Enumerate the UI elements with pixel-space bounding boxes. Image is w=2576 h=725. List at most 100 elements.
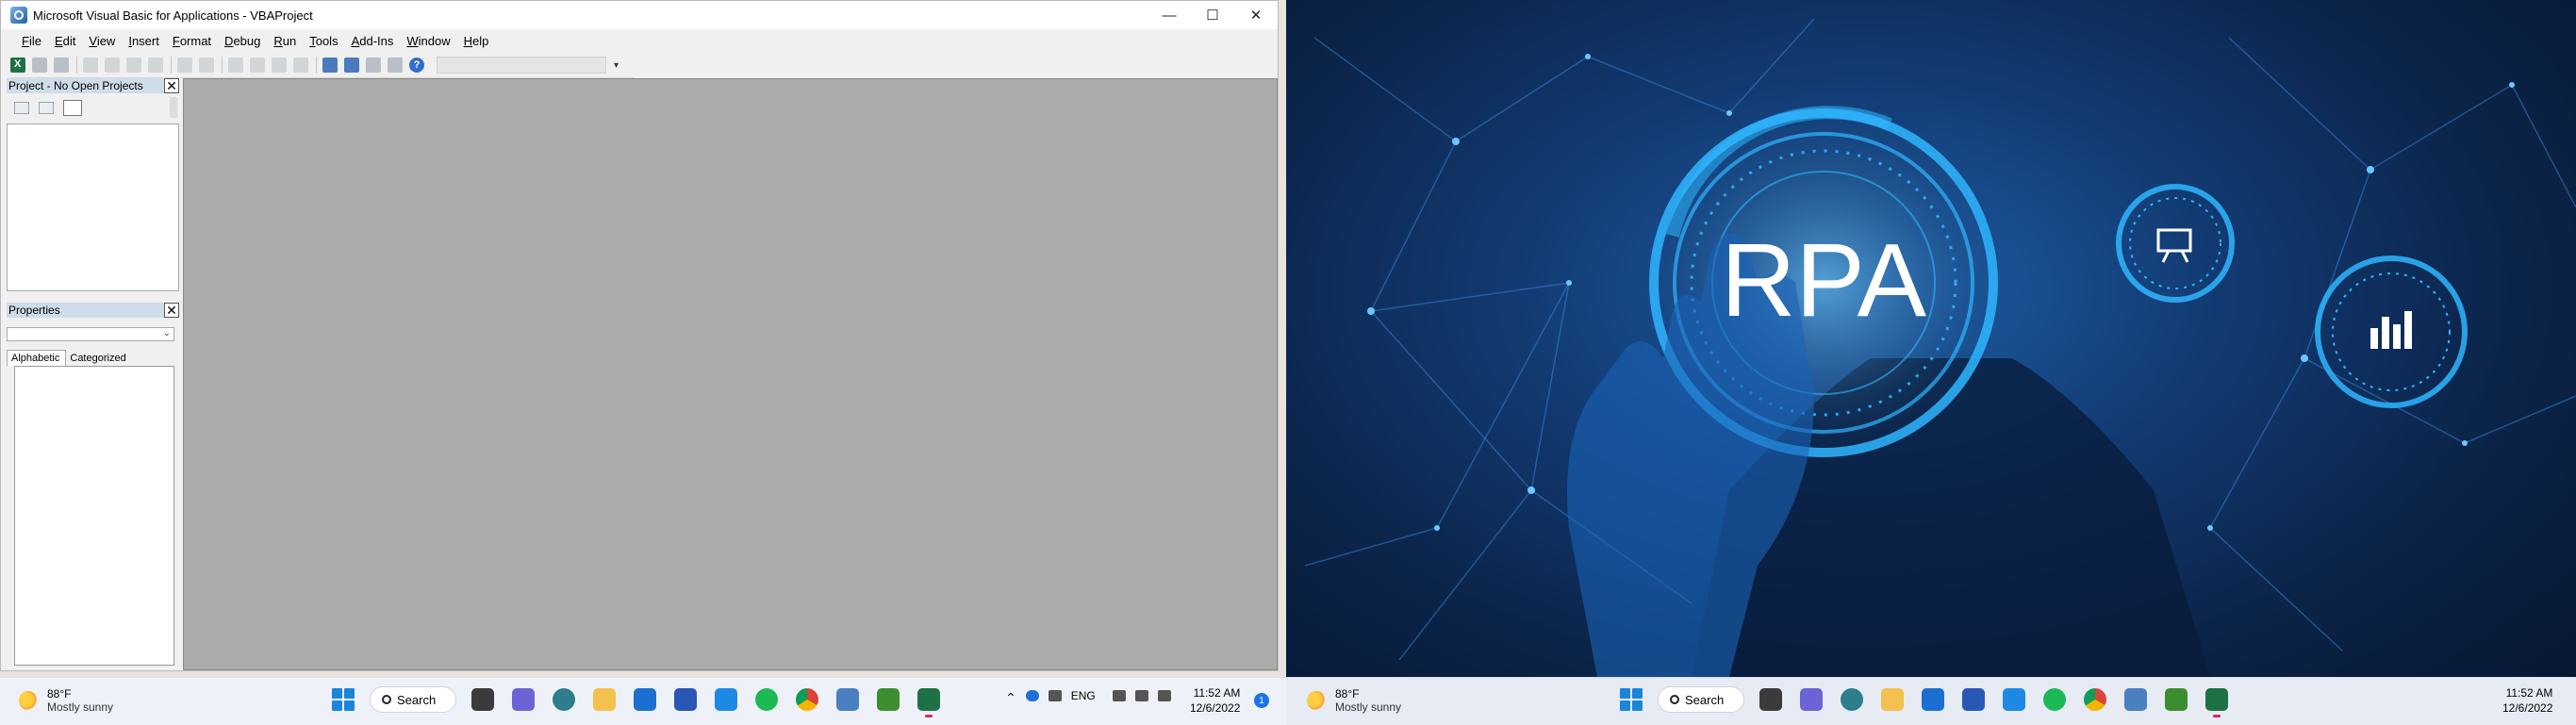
redo-icon[interactable] [199, 58, 214, 73]
project-explorer-icon[interactable] [322, 58, 338, 73]
contacts-icon[interactable] [553, 688, 575, 711]
media-player-icon[interactable] [877, 688, 900, 711]
skype-icon[interactable] [2003, 688, 2025, 711]
weather-text: 88°F Mostly sunny [47, 687, 113, 714]
close-button[interactable]: ✕ [1234, 1, 1278, 29]
insert-module-icon[interactable] [32, 58, 47, 73]
task-view-icon[interactable] [1759, 688, 1782, 711]
excel-icon[interactable] [2205, 688, 2228, 717]
notepad-icon[interactable] [2124, 688, 2147, 711]
view-code-icon[interactable] [14, 101, 29, 114]
project-tree[interactable] [7, 124, 179, 291]
tab-alphabetic[interactable]: Alphabetic [7, 350, 67, 366]
vba-app-icon[interactable] [10, 7, 27, 24]
find-icon[interactable] [148, 58, 163, 73]
menu-file[interactable]: File [22, 34, 41, 48]
title-bar[interactable]: Microsoft Visual Basic for Applications … [1, 1, 1278, 29]
store-icon[interactable] [1962, 688, 1985, 711]
task-view-icon[interactable] [471, 688, 494, 711]
system-tray-left: ⌃ ENG [1005, 689, 1181, 705]
menu-tools[interactable]: Tools [309, 34, 338, 48]
run-icon[interactable] [228, 58, 243, 73]
file-explorer-icon[interactable] [1881, 688, 1904, 711]
object-select[interactable]: ⌄ [7, 327, 174, 341]
weather-widget-right[interactable]: 88°F Mostly sunny [1307, 687, 1401, 714]
language-indicator[interactable]: ENG [1071, 689, 1096, 702]
properties-pane-header: Properties ✕ [7, 303, 179, 318]
menu-edit[interactable]: Edit [55, 34, 75, 48]
toolbar-divider [76, 57, 77, 74]
spotify-icon[interactable] [755, 688, 778, 711]
menu-debug[interactable]: Debug [224, 34, 260, 48]
object-browser-icon[interactable] [366, 58, 381, 73]
weather-sun-icon [19, 691, 38, 710]
excel-icon[interactable] [917, 688, 940, 717]
menu-insert[interactable]: Insert [128, 34, 159, 48]
menu-add-ins[interactable]: Add-Ins [352, 34, 394, 48]
windows-start-icon[interactable] [1620, 688, 1643, 711]
store-icon[interactable] [674, 688, 697, 711]
teams-chat-icon[interactable] [512, 688, 535, 711]
clock-left[interactable]: 11:52 AM 12/6/2022 [1190, 685, 1240, 716]
project-pane-close-button[interactable]: ✕ [164, 78, 179, 93]
mail-icon[interactable] [1922, 688, 1944, 711]
taskbar-search[interactable]: Search [370, 686, 456, 713]
minimize-button[interactable]: — [1148, 1, 1191, 29]
notepad-icon[interactable] [836, 688, 859, 711]
menu-view[interactable]: View [89, 34, 115, 48]
copy-icon[interactable] [105, 58, 120, 73]
view-excel-icon[interactable] [10, 58, 25, 73]
undo-icon[interactable] [177, 58, 192, 73]
properties-window-icon[interactable] [344, 58, 359, 73]
maximize-button[interactable]: ☐ [1191, 1, 1234, 29]
weather-widget[interactable]: 88°F Mostly sunny [19, 687, 113, 714]
chevron-down-icon: ⌄ [162, 328, 171, 338]
paste-icon[interactable] [126, 58, 141, 73]
clock-right[interactable]: 11:52 AM 12/6/2022 [2502, 685, 2552, 716]
help-icon[interactable]: ? [409, 58, 424, 73]
taskbar-right: 88°F Mostly sunny Search 11:52 AM 12/6/2… [1286, 677, 2576, 725]
code-workspace[interactable] [183, 78, 1278, 670]
file-explorer-icon[interactable] [593, 688, 616, 711]
volume-icon[interactable] [1134, 690, 1148, 701]
chrome-icon[interactable] [796, 688, 818, 711]
project-pane-scrollbar[interactable] [170, 97, 177, 118]
teams-chat-icon[interactable] [1800, 688, 1823, 711]
design-mode-icon[interactable] [293, 58, 308, 73]
sync-icon[interactable] [1048, 690, 1062, 701]
chevron-up-icon[interactable]: ⌃ [1005, 690, 1016, 705]
properties-pane-close-button[interactable]: ✕ [164, 303, 179, 318]
cut-icon[interactable] [83, 58, 98, 73]
menu-format[interactable]: Format [173, 34, 211, 48]
toolbar-overflow-icon[interactable]: ▾ [614, 60, 619, 71]
contacts-icon[interactable] [1841, 688, 1863, 711]
menu-help[interactable]: Help [464, 34, 489, 48]
view-object-icon[interactable] [39, 101, 54, 114]
menu-run[interactable]: Run [273, 34, 296, 48]
taskbar-search[interactable]: Search [1658, 686, 1744, 713]
weather-sun-icon [1307, 691, 1326, 710]
windows-start-icon[interactable] [332, 688, 355, 711]
reset-icon[interactable] [272, 58, 287, 73]
presentation-icon [2116, 184, 2235, 303]
mail-icon[interactable] [634, 688, 656, 711]
clock-date: 12/6/2022 [1190, 701, 1241, 715]
tab-categorized[interactable]: Categorized [66, 351, 131, 366]
toggle-folders-icon[interactable] [63, 99, 82, 116]
media-player-icon[interactable] [2165, 688, 2188, 711]
battery-icon[interactable] [1157, 690, 1171, 701]
chrome-icon[interactable] [2084, 688, 2106, 711]
weather-temp: 88°F [1335, 687, 1360, 700]
break-icon[interactable] [250, 58, 265, 73]
properties-grid[interactable] [14, 366, 174, 666]
onedrive-icon[interactable] [1025, 690, 1039, 701]
notification-badge[interactable]: 1 [1254, 693, 1269, 708]
toolbox-icon[interactable] [388, 58, 403, 73]
menu-window[interactable]: Window [406, 34, 450, 48]
spotify-icon[interactable] [2043, 688, 2066, 711]
skype-icon[interactable] [715, 688, 737, 711]
save-icon[interactable] [54, 58, 69, 73]
search-label: Search [1685, 692, 1725, 707]
taskbar-apps-left: Search [332, 686, 958, 717]
wifi-icon[interactable] [1112, 690, 1126, 701]
